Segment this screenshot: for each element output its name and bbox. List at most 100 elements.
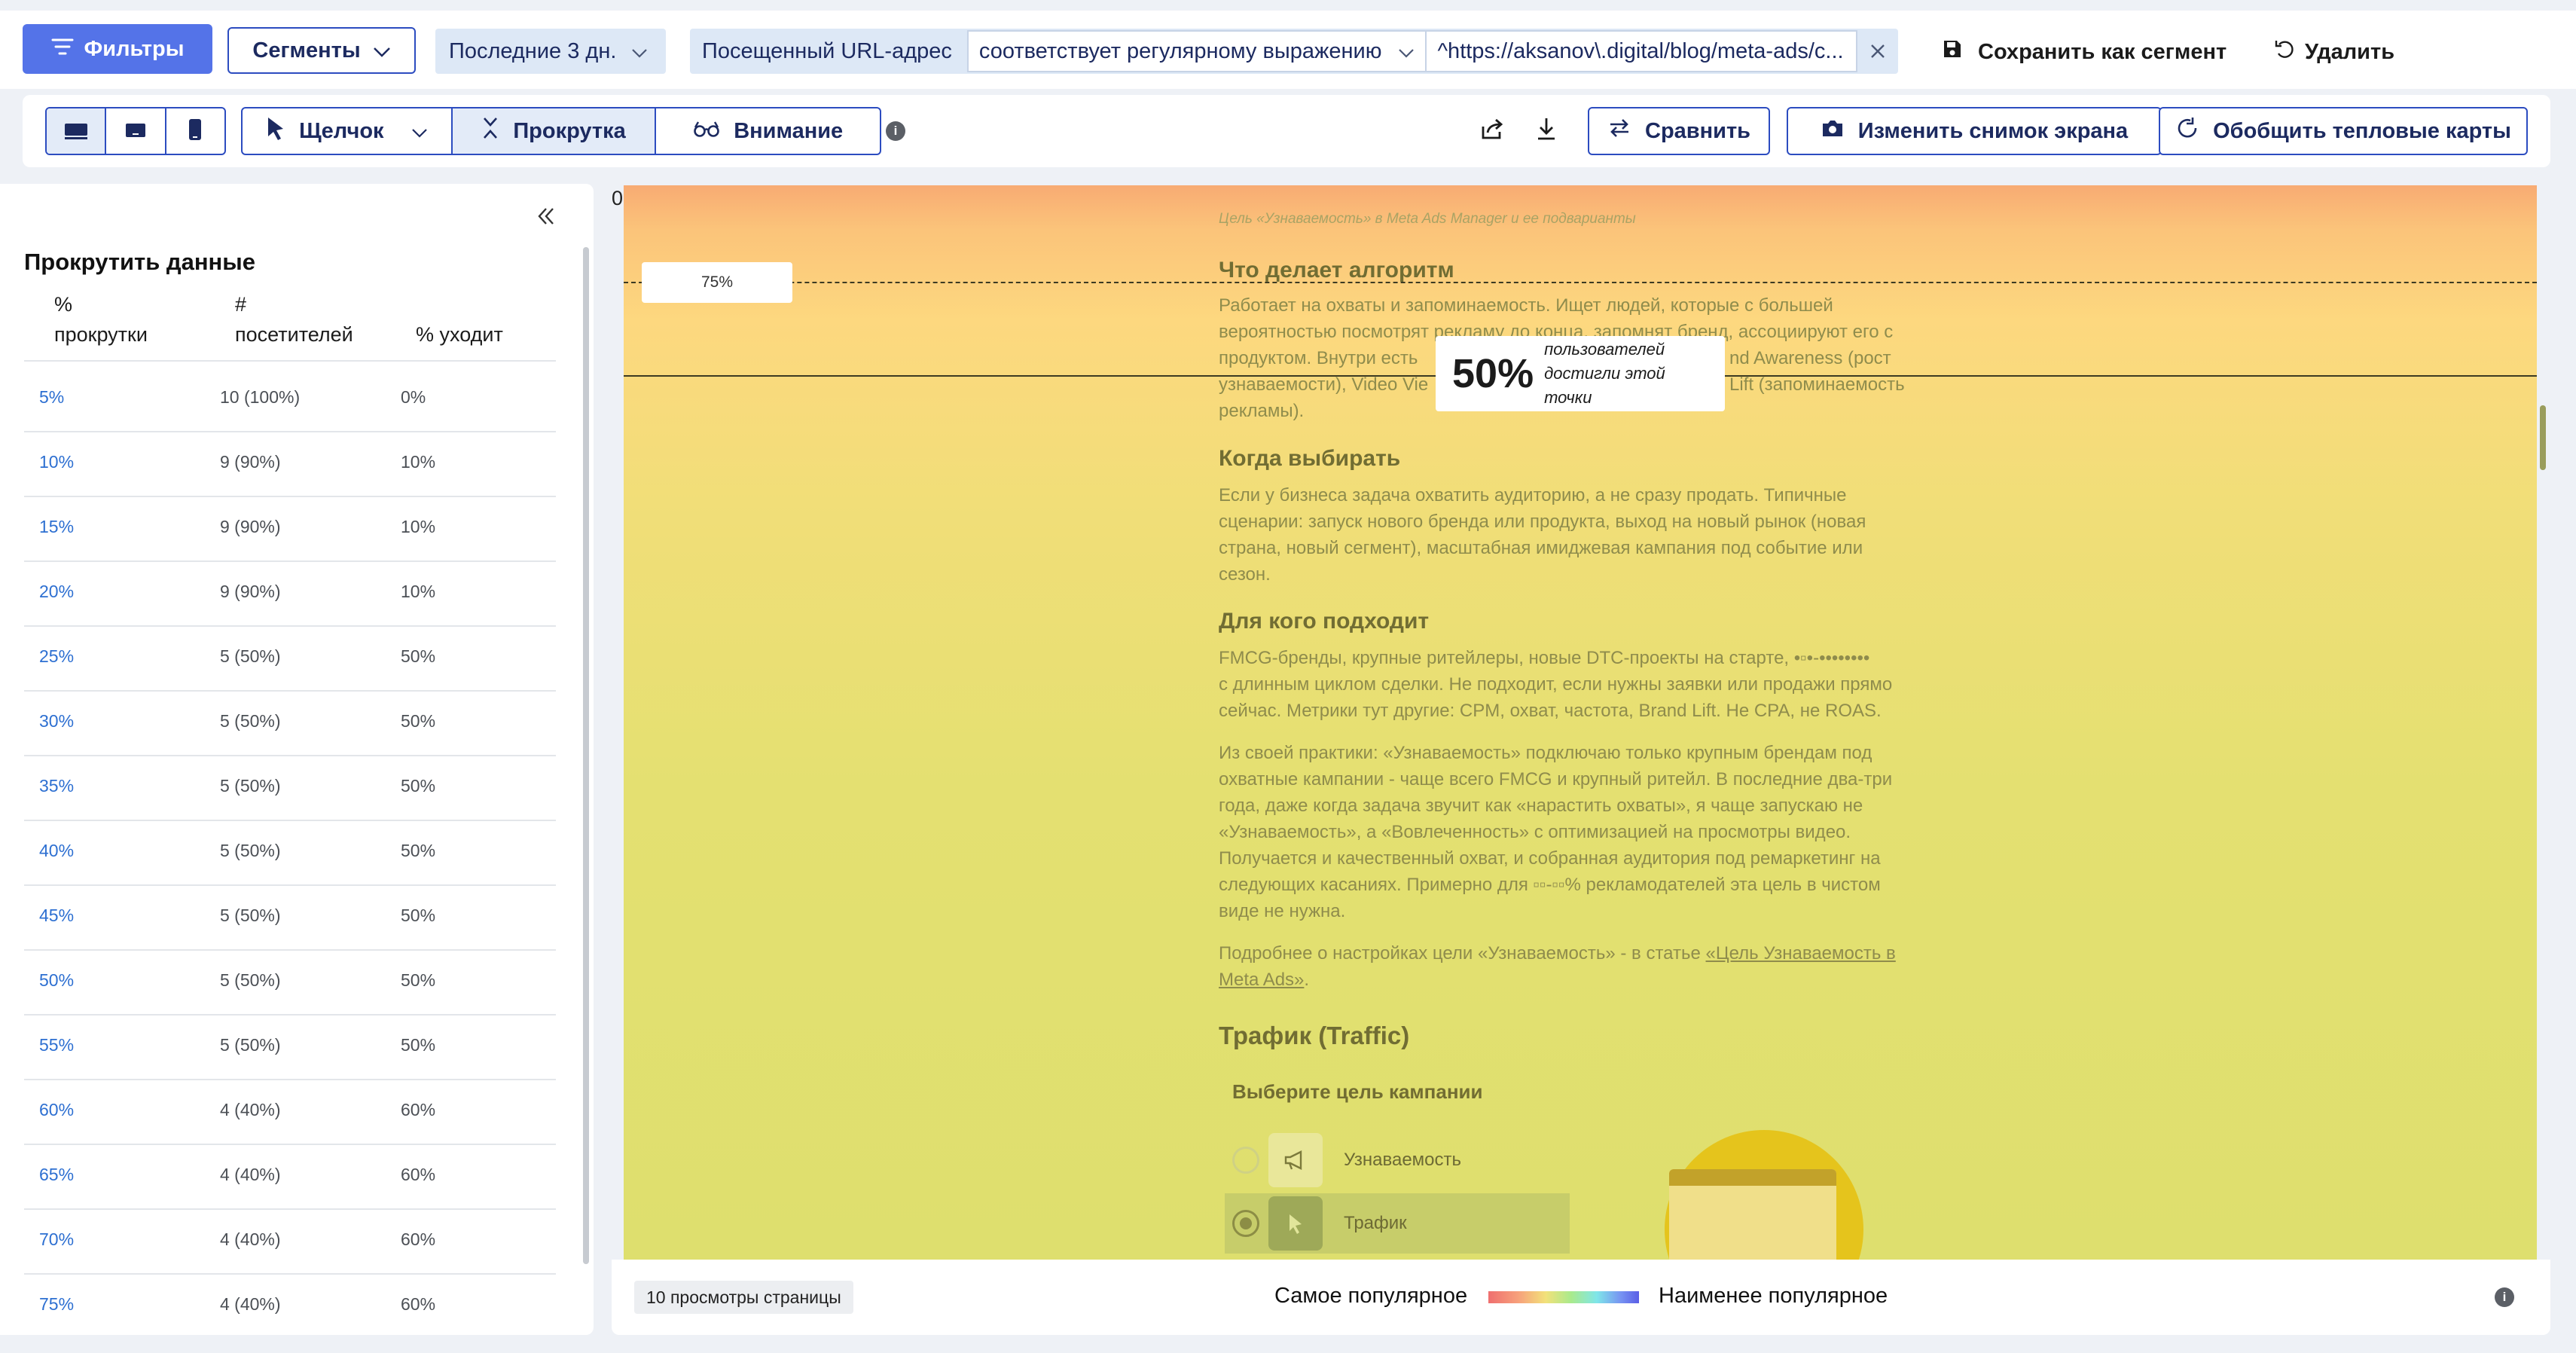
page-paragraph: сезон. [1219,564,1271,585]
row-scroll-pct[interactable]: 75% [39,1294,74,1315]
goal-option-label: Узнаваемость [1344,1150,1462,1170]
row-scroll-pct[interactable]: 25% [39,646,74,667]
row-drop: 50% [401,841,436,860]
row-scroll-pct[interactable]: 40% [39,841,74,861]
save-segment-button[interactable]: Сохранить как сегмент [1942,33,2227,71]
device-tablet-button[interactable] [106,108,166,154]
scroll-marker-50-tooltip: 50% пользователей достигли этой точки [1436,336,1725,411]
page-paragraph: года, даже когда задача звучит как «нара… [1219,796,1863,816]
table-row[interactable]: 50% 5 (50%) 50% [24,951,556,1016]
swap-arrows-icon [1607,118,1631,145]
table-row[interactable]: 25% 5 (50%) 50% [24,627,556,692]
page-paragraph: Работает на охваты и запоминаемость. Ище… [1219,295,1833,316]
table-row[interactable]: 35% 5 (50%) 50% [24,756,556,821]
table-row[interactable]: 15% 9 (90%) 10% [24,497,556,562]
row-drop: 60% [401,1229,436,1249]
mobile-icon [188,118,203,145]
row-scroll-pct[interactable]: 70% [39,1229,74,1250]
table-row[interactable]: 30% 5 (50%) 50% [24,692,556,756]
marker-50-text: пользователей достигли этой точки [1544,340,1665,407]
panel-scrollbar[interactable] [583,247,589,1264]
aggregate-heatmaps-button[interactable]: Обобщить тепловые карты [2159,107,2528,155]
device-mobile-button[interactable] [166,108,224,154]
mode-scroll-label: Прокрутка [513,118,626,143]
row-visitors: 5 (50%) [220,1035,281,1055]
desktop-icon [63,119,89,144]
goal-option-label: Трафик [1344,1213,1407,1233]
filters-button[interactable]: Фильтры [23,24,212,74]
url-value-input[interactable]: ^https://aksanov\.digital/blog/meta-ads/… [1427,30,1857,72]
page-paragraph: рекламы). [1219,401,1305,421]
table-row[interactable]: 65% 4 (40%) 60% [24,1145,556,1210]
collapse-panel-icon[interactable] [536,206,556,230]
compare-button[interactable]: Сравнить [1588,107,1770,155]
segments-dropdown[interactable]: Сегменты [227,27,416,74]
mode-click-dropdown[interactable]: Щелчок [243,108,453,154]
share-icon[interactable] [1479,116,1505,145]
row-scroll-pct[interactable]: 35% [39,776,74,796]
delete-label: Удалить [2305,39,2395,64]
row-scroll-pct[interactable]: 65% [39,1165,74,1185]
filter-lines-icon [51,37,74,62]
page-paragraph: Meta Ads». [1219,967,1309,993]
table-row[interactable]: 70% 4 (40%) 60% [24,1210,556,1275]
row-scroll-pct[interactable]: 50% [39,970,74,991]
column-header-visitors[interactable]: # посетителей [235,289,353,350]
row-scroll-pct[interactable]: 20% [39,582,74,602]
device-desktop-button[interactable] [47,108,107,154]
delete-button[interactable]: Удалить [2273,33,2394,71]
floppy-disk-icon [1942,38,1963,66]
more-text-tail: . [1304,970,1310,990]
mode-attention-button[interactable]: Внимание [656,108,880,154]
info-icon[interactable]: i [2495,1287,2514,1307]
row-visitors: 4 (40%) [220,1100,281,1119]
table-row[interactable]: 20% 9 (90%) 10% [24,562,556,627]
row-scroll-pct[interactable]: 15% [39,517,74,537]
header-visitors-line1: # [235,293,247,316]
row-visitors: 5 (50%) [220,776,281,796]
date-range-label: Последние 3 дн. [449,38,617,63]
url-filter-label: Посещенный URL-адрес [702,38,952,63]
radio-unchecked [1232,1147,1259,1174]
table-row[interactable]: 10% 9 (90%) 10% [24,432,556,497]
url-operator-value: соответствует регулярному выражению [978,38,1382,63]
row-scroll-pct[interactable]: 55% [39,1035,74,1055]
row-scroll-pct[interactable]: 5% [39,387,64,408]
campaign-goal-title: Выберите цель кампании [1232,1080,1483,1103]
page-heading-when: Когда выбирать [1219,446,1401,471]
refresh-plus-icon [2175,116,2199,146]
info-icon[interactable]: i [886,121,905,141]
glasses-icon [693,119,720,144]
download-icon[interactable] [1535,116,1558,145]
tablet-icon [123,119,148,144]
row-scroll-pct[interactable]: 10% [39,452,74,472]
column-header-scroll-pct[interactable]: % прокрутки [54,289,148,350]
segments-label: Сегменты [252,38,361,63]
row-scroll-pct[interactable]: 30% [39,711,74,731]
heatmap-scrollbar[interactable] [2540,405,2546,470]
table-row[interactable]: 40% 5 (50%) 50% [24,821,556,886]
url-operator-select[interactable]: соответствует регулярному выражению [966,30,1427,72]
page-heading-traffic: Трафик (Traffic) [1219,1022,1410,1049]
date-range-dropdown[interactable]: Последние 3 дн. [435,29,666,74]
row-scroll-pct[interactable]: 60% [39,1100,74,1120]
column-header-drop[interactable]: % уходит [416,319,503,350]
table-row[interactable]: 60% 4 (40%) 60% [24,1080,556,1145]
page-paragraph: Из своей практики: «Узнаваемость» подклю… [1219,743,1872,763]
goal-option-traffic: Трафик [1225,1193,1570,1254]
table-row[interactable]: 45% 5 (50%) 50% [24,886,556,951]
change-screenshot-button[interactable]: Изменить снимок экрана [1787,107,2162,155]
article-link[interactable]: Meta Ads» [1219,970,1304,990]
row-drop: 50% [401,776,436,796]
scroll-data-panel: Прокрутить данные % прокрутки # посетите… [0,184,594,1335]
table-row[interactable]: 75% 4 (40%) 60% [24,1275,556,1335]
chevron-down-icon [373,38,391,63]
table-row[interactable]: 5% 10 (100%) 0% [24,368,556,432]
mode-attention-label: Внимание [734,118,844,143]
row-drop: 60% [401,1100,436,1119]
table-row[interactable]: 55% 5 (50%) 50% [24,1016,556,1080]
mode-scroll-button[interactable]: Прокрутка [452,108,657,154]
close-icon[interactable] [1857,38,1899,66]
article-link[interactable]: «Цель Узнаваемость в [1706,943,1896,964]
row-scroll-pct[interactable]: 45% [39,906,74,926]
